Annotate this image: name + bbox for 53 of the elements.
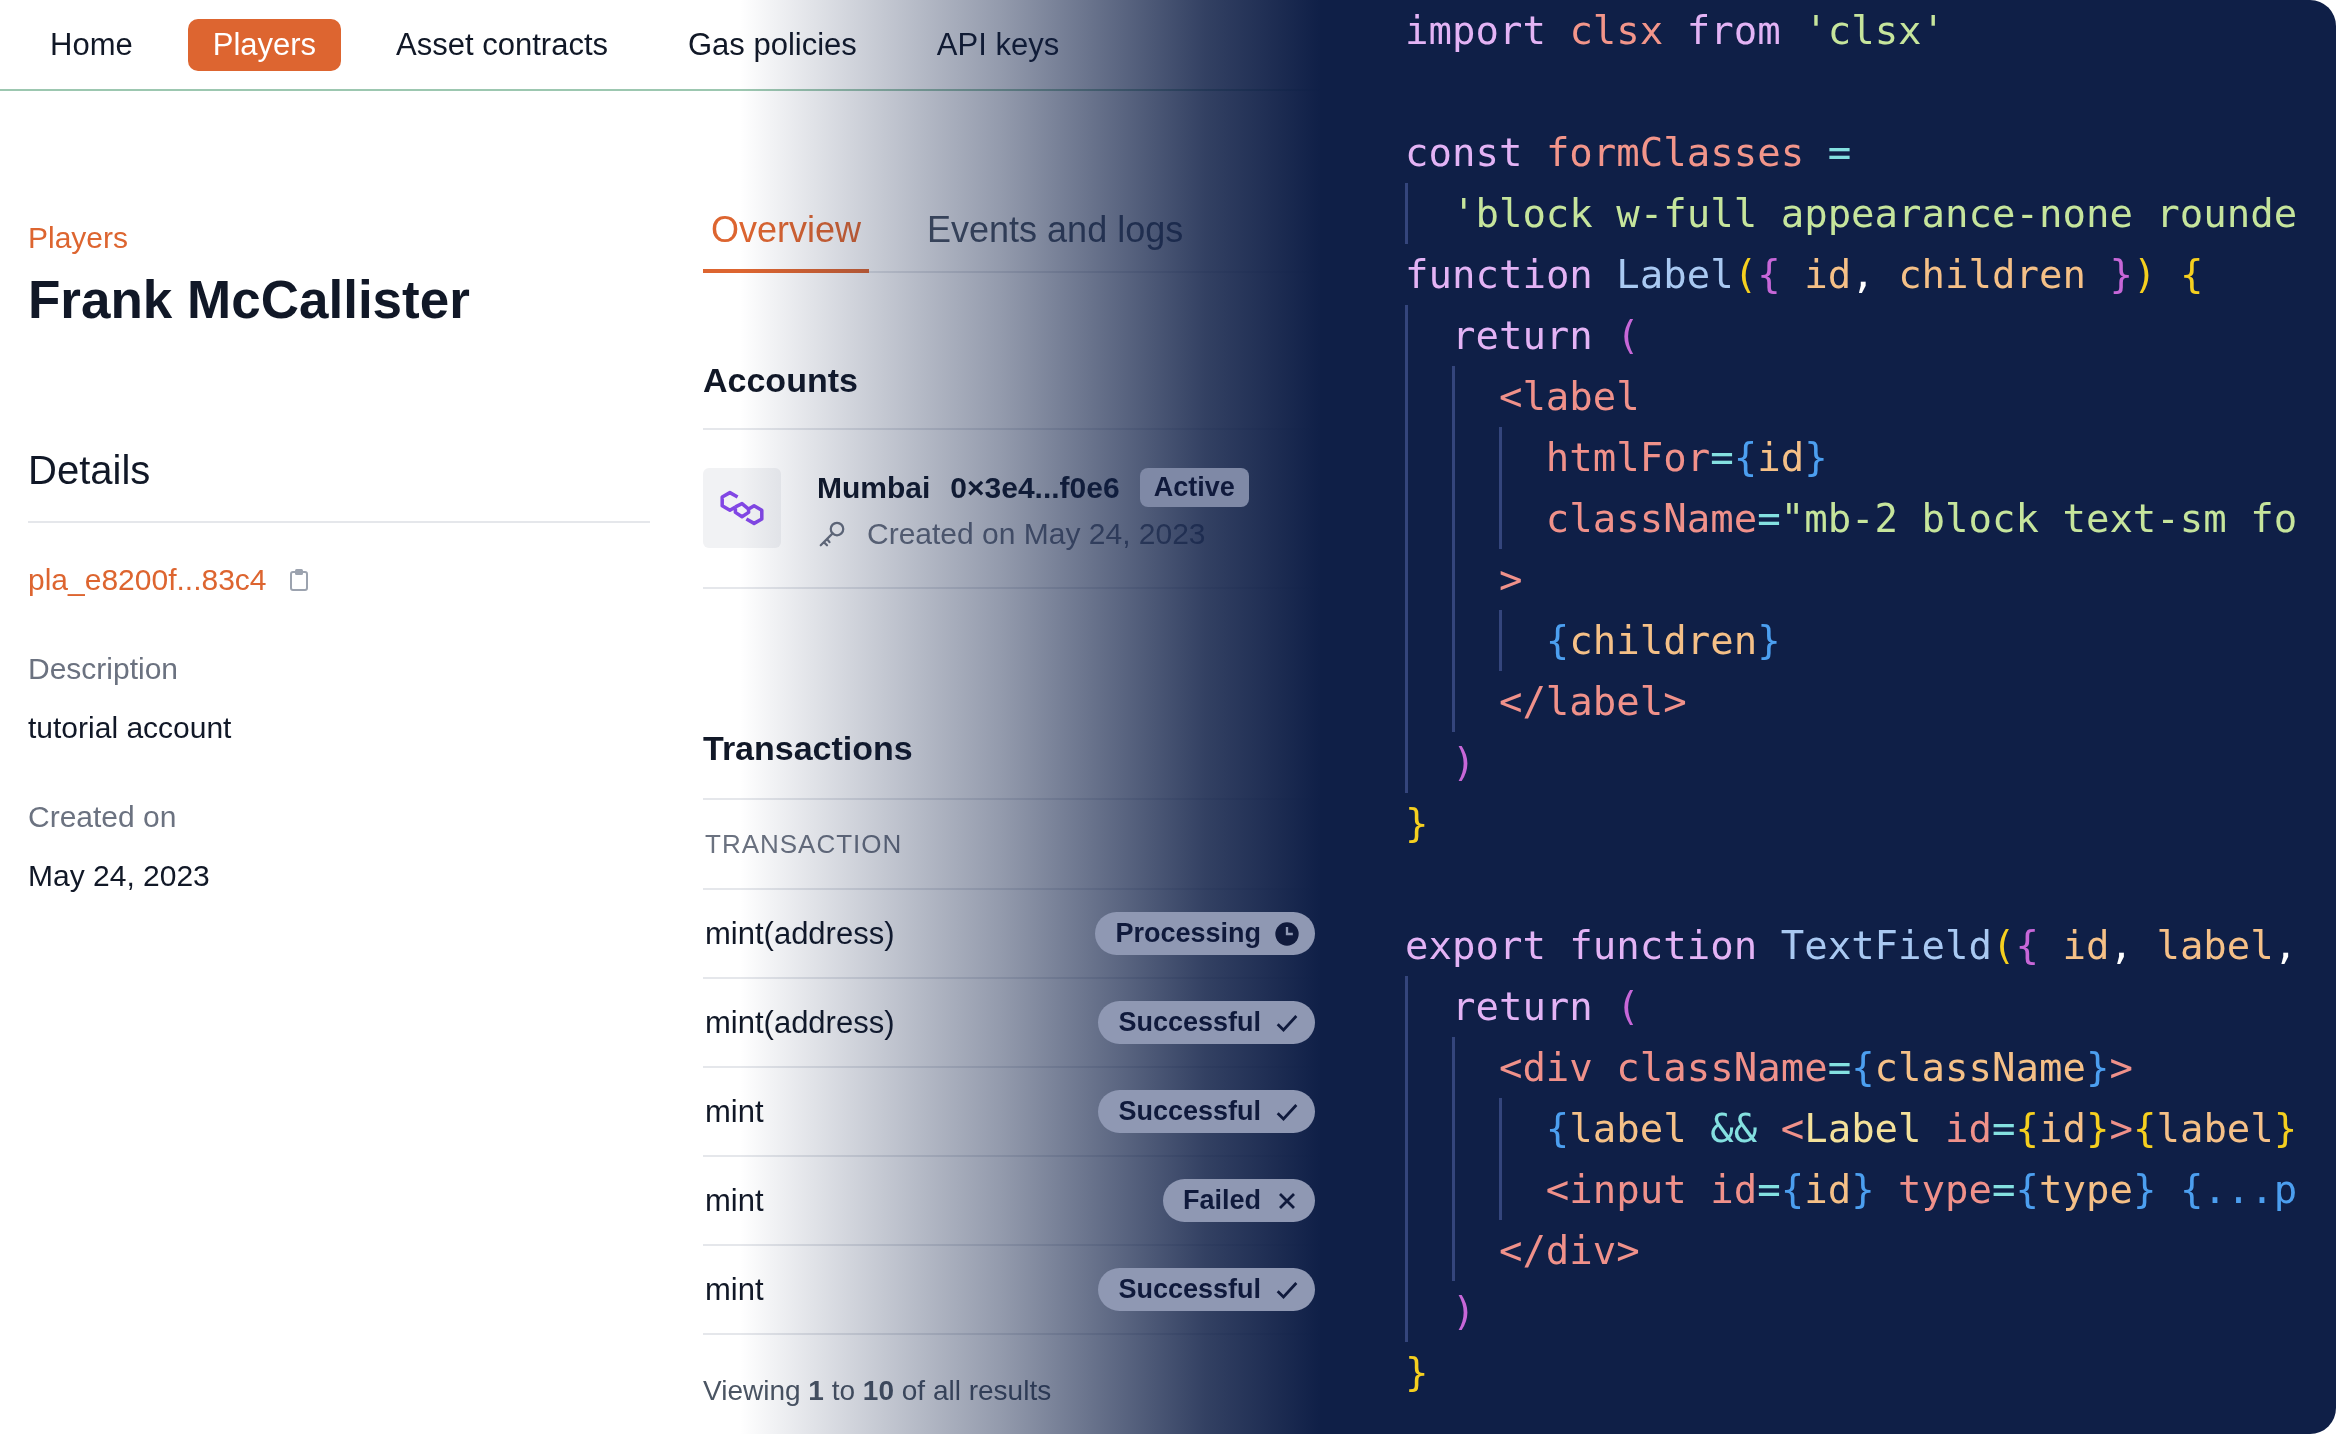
transaction-name: mint(address) [705, 915, 896, 952]
section-heading: Details [28, 448, 650, 523]
breadcrumb-link[interactable]: Players [28, 221, 650, 255]
code-line: ) [1405, 732, 2336, 793]
clock-icon [1273, 919, 1301, 948]
wallet-address: 0×3e4...f0e6 [950, 470, 1120, 505]
nav-tab[interactable]: API keys [911, 18, 1085, 71]
code-line: </div> [1405, 1220, 2336, 1281]
code-line: > [1405, 549, 2336, 610]
status-text: Successful [1118, 1096, 1261, 1127]
nav-tab[interactable]: Home [25, 18, 158, 71]
code-line: <label [1405, 366, 2336, 427]
transaction-name: mint(address) [705, 1004, 896, 1041]
player-id: pla_e8200f...83c4 [28, 563, 267, 597]
status-text: Failed [1182, 1185, 1261, 1216]
column-header: TRANSACTION [705, 828, 903, 860]
code-line: {label && <Label id={id}>{label} [1405, 1098, 2336, 1159]
code-line: </label> [1405, 671, 2336, 732]
code-line: function Label({ id, children }) { [1405, 251, 2205, 299]
code-line: export function TextField({ id, label, [1405, 922, 2299, 970]
code-line: } [1405, 800, 1430, 848]
field-label: Description [28, 652, 180, 686]
code-line: import clsx from 'clsx' [1405, 7, 1947, 55]
code-line: <div className={className}> [1405, 1037, 2336, 1098]
key-icon [817, 519, 847, 549]
code-line: <input id={id} type={type} {...p [1405, 1159, 2336, 1220]
player-name: Frank McCallister [28, 269, 471, 330]
nav-tab[interactable]: Players [187, 18, 342, 71]
status-text: Successful [1118, 1274, 1261, 1305]
nav-tab[interactable]: Gas policies [663, 18, 882, 71]
status-badge: Active [1139, 468, 1249, 507]
code-line: const formClasses = [1405, 129, 1853, 177]
network-name: Mumbai [817, 470, 931, 505]
transaction-name: mint [705, 1182, 765, 1219]
field-value: May 24, 2023 [28, 859, 211, 893]
code-line: className="mb-2 block text-sm fo [1405, 488, 2336, 549]
code-line: 'block w-full appearance-none rounde [1405, 183, 2336, 244]
status-text: Successful [1118, 1007, 1261, 1038]
status-text: Processing [1115, 918, 1261, 949]
code-line: ) [1405, 1281, 2336, 1342]
pagination-summary: Viewing 1 to 10 of all results [703, 1375, 1053, 1407]
code-line: return ( [1405, 976, 2336, 1037]
nav-tab[interactable]: Asset contracts [371, 18, 633, 71]
transaction-name: mint [705, 1093, 765, 1130]
field-value: tutorial account [28, 711, 233, 745]
field-label: Created on [28, 800, 178, 834]
code-line: } [1405, 1349, 1430, 1397]
transaction-name: mint [705, 1271, 765, 1308]
code-line: {children} [1405, 610, 2336, 671]
clipboard-icon[interactable] [288, 568, 309, 592]
code-line: return ( [1405, 305, 2336, 366]
code-line: htmlFor={id} [1405, 427, 2336, 488]
network-logo-icon [703, 468, 781, 548]
